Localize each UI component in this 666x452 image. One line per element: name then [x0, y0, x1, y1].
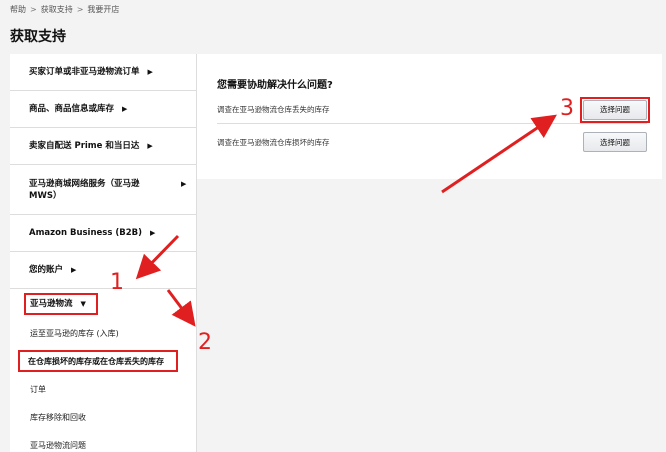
select-button-wrap: 选择问题 — [583, 132, 647, 152]
chevron-right-icon: ▶ — [147, 142, 153, 150]
breadcrumb: 帮助 > 获取支持 > 我要开店 — [10, 4, 119, 15]
breadcrumb-separator: > — [76, 5, 84, 14]
chevron-right-icon: ▶ — [122, 105, 128, 113]
subitem-inbound[interactable]: 运至亚马逊的库存 (入库) — [30, 319, 196, 347]
issue-row-text: 调查在亚马逊物流仓库损坏的库存 — [217, 137, 330, 147]
sidebar-item-amazon-business[interactable]: Amazon Business (B2B) ▶ — [10, 215, 196, 252]
subitem-damaged-lost[interactable]: 在仓库损坏的库存或在仓库丢失的库存 — [18, 350, 178, 372]
subitem-fba-issues[interactable]: 亚马逊物流问题 — [30, 431, 196, 452]
sidebar-item-label: 商品、商品信息或库存 — [29, 104, 115, 114]
select-issue-button[interactable]: 选择问题 — [583, 132, 647, 152]
sidebar-item-buyer-orders[interactable]: 买家订单或非亚马逊物流订单 ▶ — [10, 54, 196, 91]
sidebar-item-your-account[interactable]: 您的账户 ▶ — [10, 252, 196, 289]
chevron-right-icon: ▶ — [147, 68, 153, 76]
issue-row-text: 调查在亚马逊物流仓库丢失的库存 — [217, 105, 330, 114]
sidebar-item-fba[interactable]: 亚马逊物流 ▼ — [10, 289, 196, 319]
breadcrumb-get-support[interactable]: 获取支持 — [41, 4, 73, 15]
issue-heading: 您需要协助解决什么问题? — [217, 80, 333, 91]
sidebar-item-label: 亚马逊商城网络服务（亚马逊 MWS） — [29, 179, 140, 201]
annotation-number-1: 1 — [110, 270, 124, 295]
sidebar-item-label: 您的账户 — [29, 265, 64, 275]
sidebar-item-label: Amazon Business (B2B) — [29, 228, 143, 238]
sidebar-item-seller-prime[interactable]: 卖家自配送 Prime 和当日达 ▶ — [10, 128, 196, 165]
chevron-right-icon: ▶ — [181, 180, 187, 188]
fba-highlight-box[interactable]: 亚马逊物流 ▼ — [24, 293, 98, 315]
chevron-right-icon: ▶ — [71, 266, 77, 274]
select-issue-button[interactable]: 选择问题 — [583, 99, 647, 120]
issue-row: 调查在亚马逊物流仓库丢失的库存 选择问题 — [217, 96, 650, 124]
subitem-orders[interactable]: 订单 — [30, 375, 196, 403]
annotation-number-2: 2 — [198, 330, 212, 355]
sidebar-item-mws[interactable]: 亚马逊商城网络服务（亚马逊 MWS） ▶ — [10, 165, 196, 215]
subitem-removal[interactable]: 库存移除和回收 — [30, 403, 196, 431]
chevron-down-icon: ▼ — [80, 300, 86, 308]
sidebar-item-label: 买家订单或非亚马逊物流订单 — [29, 67, 140, 77]
issue-panel: 您需要协助解决什么问题? 调查在亚马逊物流仓库丢失的库存 选择问题 调查在亚马逊… — [197, 54, 662, 179]
sidebar-item-products[interactable]: 商品、商品信息或库存 ▶ — [10, 91, 196, 128]
page-title: 获取支持 — [10, 29, 66, 45]
annotation-number-3: 3 — [560, 96, 574, 121]
fba-subitems: 运至亚马逊的库存 (入库) 在仓库损坏的库存或在仓库丢失的库存 订单 库存移除和… — [10, 319, 196, 452]
issue-row: 调查在亚马逊物流仓库损坏的库存 选择问题 — [217, 128, 647, 156]
chevron-right-icon: ▶ — [150, 229, 156, 237]
breadcrumb-help[interactable]: 帮助 — [10, 4, 26, 15]
breadcrumb-separator: > — [30, 5, 37, 14]
breadcrumb-open-store[interactable]: 我要开店 — [87, 4, 119, 15]
sidebar-item-label: 亚马逊物流 — [30, 299, 73, 309]
select-button-highlight: 选择问题 — [580, 96, 650, 123]
sidebar-item-label: 卖家自配送 Prime 和当日达 — [29, 141, 140, 151]
sidebar: 买家订单或非亚马逊物流订单 ▶ 商品、商品信息或库存 ▶ 卖家自配送 Prime… — [10, 54, 197, 452]
